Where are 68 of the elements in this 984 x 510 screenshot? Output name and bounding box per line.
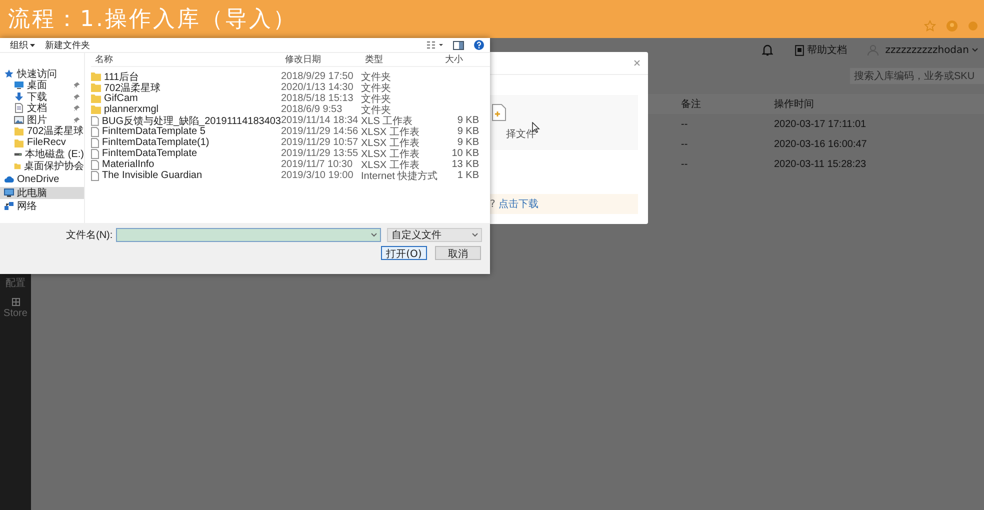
file-row[interactable]: MaterialInfo 2019/11/7 10:30 XLSX 工作表 13 KB [91,159,490,170]
help-icon[interactable] [474,40,484,50]
document-icon [14,103,24,114]
table-cell: 2020-03-11 15:28:23 [774,158,866,170]
caret-icon [972,48,978,52]
navigation-item[interactable]: 本地磁盘 (E:) [0,148,84,160]
filename-field[interactable] [116,228,382,242]
desktop-icon [14,80,24,90]
table-cell: 2020-03-17 17:11:01 [774,118,866,130]
navigation-item[interactable]: 图片 [0,114,84,126]
table-cell-text: -- [681,138,689,150]
cancel-button[interactable]: 取消 [435,246,481,260]
download-icon [14,92,24,102]
download-link[interactable]: 点击下载 [498,197,538,211]
navigation-item[interactable]: FileRecv [0,137,84,148]
new-folder-button[interactable]: 新建文件夹 [45,38,90,52]
open-button[interactable]: 打开(O) [381,246,427,260]
folder-icon [14,126,24,136]
file-row[interactable]: FinItemDataTemplate 2019/11/29 13:55 XLSX 工作表 10 KB [91,148,490,159]
file-type-dropdown[interactable]: 自定义文件 [387,228,482,242]
folder-icon [14,138,24,148]
star-icon [4,68,14,79]
search-field[interactable]: 搜索入库编码，业务或SKU [850,68,984,84]
view-options-icon[interactable] [427,41,443,49]
navigation-item[interactable]: 下载 [0,91,84,102]
upload-label: 择文件 [506,128,536,140]
table-cell-text: -- [681,158,689,170]
table-cell-text: -- [681,118,689,130]
grid-icon [12,298,20,306]
column-header[interactable]: 操作时间 [774,97,814,111]
account-icon[interactable] [946,20,958,32]
caret-icon [371,233,378,237]
navigation-item[interactable]: 桌面保护协会 [0,160,84,172]
folder-icon [14,160,21,171]
document-icon [795,44,804,56]
navigation-item[interactable]: 文档 [0,102,84,114]
column-header[interactable]: 名称 [91,53,285,66]
bell-icon[interactable] [762,44,774,56]
navigation-item[interactable]: 702温柔星球 [0,126,84,137]
table-cell: 2020-03-16 16:00:47 [774,138,867,150]
picture-icon [14,114,24,125]
file-row[interactable]: 111后台 2018/9/29 17:50 文件夹 [91,71,490,82]
close-icon[interactable] [634,60,640,66]
caret-icon [30,44,35,46]
filename-label: 文件名(N): [66,228,113,242]
user-menu[interactable]: zzzzzzzzzzhodan [885,44,978,56]
cloud-icon [4,174,14,184]
column-header[interactable]: 大小 [445,53,483,66]
computer-icon [4,188,14,198]
file-row[interactable]: The Invisible Guardian 2019/3/10 19:00 Internet 快捷方式 1 KB [91,170,490,181]
star-icon[interactable] [924,20,936,32]
caret-icon [472,233,478,237]
hint-text: ? [490,198,496,210]
column-header[interactable]: 备注 [681,97,774,111]
column-header[interactable]: 修改日期 [285,53,365,66]
banner-title: 流程：1.操作入库（导入） [8,6,298,34]
file-row[interactable]: 702温柔星球 2020/1/13 14:30 文件夹 [91,82,490,93]
column-header[interactable]: 类型 [365,53,445,66]
file-add-icon [492,104,506,121]
navigation-item[interactable]: 快速访问 [0,68,84,80]
navigation-item[interactable]: 此电脑 [0,187,84,198]
network-icon [4,201,14,212]
help-docs-link[interactable]: 帮助文档 [795,43,848,57]
navigation-item[interactable]: 桌面 [0,80,84,91]
organize-menu[interactable]: 组织 [10,38,35,52]
navigation-item[interactable]: OneDrive [0,174,84,185]
preview-pane-icon[interactable] [453,40,464,50]
navigation-item[interactable]: 网络 [0,200,84,212]
